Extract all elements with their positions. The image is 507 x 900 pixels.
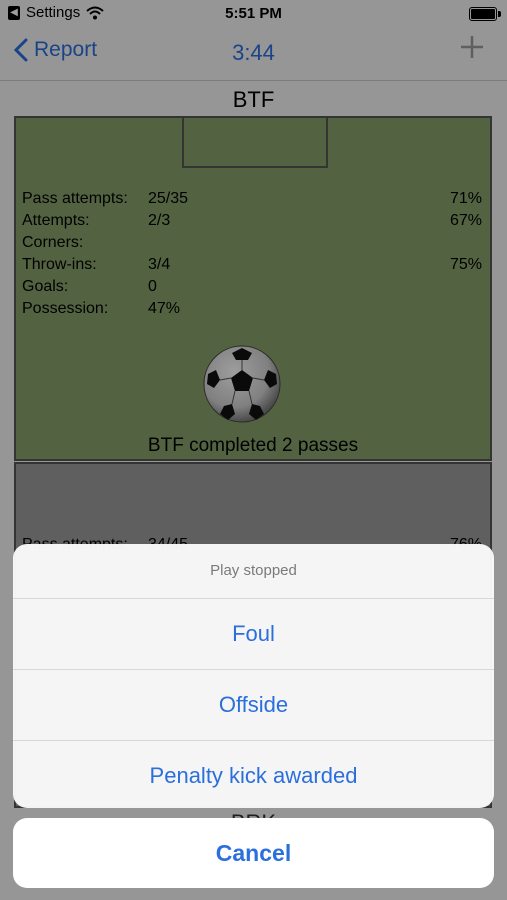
action-sheet: Play stopped Foul Offside Penalty kick a… <box>13 544 494 808</box>
penalty-kick-button[interactable]: Penalty kick awarded <box>13 741 494 808</box>
cancel-button[interactable]: Cancel <box>13 818 494 888</box>
action-sheet-title: Play stopped <box>13 544 494 599</box>
offside-button[interactable]: Offside <box>13 670 494 741</box>
foul-button[interactable]: Foul <box>13 599 494 670</box>
